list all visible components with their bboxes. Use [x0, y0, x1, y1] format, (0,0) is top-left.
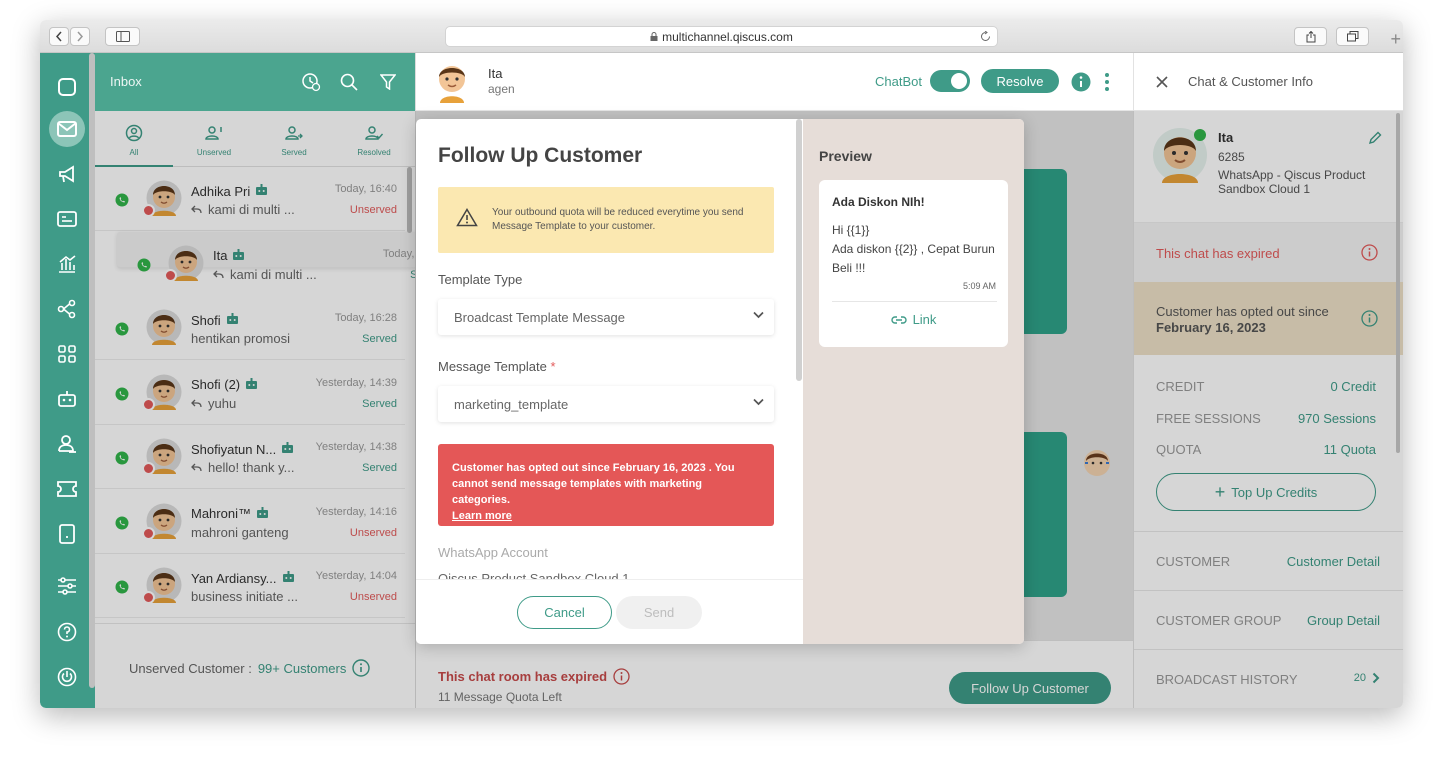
preview-link-label: Link: [912, 312, 937, 327]
tabs-button[interactable]: [1336, 27, 1369, 46]
modal-title: Follow Up Customer: [438, 144, 643, 167]
sidebar-icon: [115, 31, 130, 42]
chevron-down-icon: [753, 311, 764, 319]
template-type-select[interactable]: Broadcast Template Message: [438, 299, 774, 335]
required-mark: *: [550, 359, 556, 374]
nav-integration-icon[interactable]: [53, 295, 81, 323]
preview-header: Ada Diskon NIh!: [832, 195, 925, 209]
lock-icon: [650, 32, 658, 41]
whatsapp-account-label: WhatsApp Account: [438, 545, 548, 560]
chat-header: Ita agen ChatBot Resolve: [416, 53, 1134, 111]
preview-title: Preview: [819, 148, 872, 164]
nav-agents-icon[interactable]: [53, 430, 81, 458]
inbox-header: Inbox: [95, 53, 415, 111]
close-icon[interactable]: [1156, 76, 1168, 88]
nav-home-icon[interactable]: [53, 73, 81, 101]
template-type-value: Broadcast Template Message: [454, 309, 626, 325]
nav-contacts-icon[interactable]: [53, 205, 81, 233]
template-preview-card: Ada Diskon NIh! Hi {{1}} Ada diskon {{2}…: [819, 180, 1008, 347]
share-button[interactable]: [1294, 27, 1327, 46]
follow-up-form: Follow Up Customer Your outbound quota w…: [416, 119, 803, 579]
message-template-label: Message Template *: [438, 359, 556, 374]
message-template-value: marketing_template: [454, 396, 569, 412]
tabs-icon: [1346, 31, 1358, 42]
chevron-down-icon: [753, 398, 764, 406]
template-type-label: Template Type: [438, 272, 523, 287]
learn-more-link[interactable]: Learn more: [452, 510, 512, 522]
nav-broadcast-icon[interactable]: [53, 160, 81, 188]
url-bar[interactable]: multichannel.qiscus.com: [445, 26, 998, 47]
chevron-right-icon: [77, 31, 84, 42]
info-header: Chat & Customer Info: [1134, 53, 1403, 111]
filter-icon[interactable]: [377, 71, 399, 93]
search-icon[interactable]: [338, 71, 360, 93]
share-icon: [1306, 30, 1315, 42]
info-title: Chat & Customer Info: [1188, 74, 1313, 89]
chatbot-toggle[interactable]: [930, 70, 970, 92]
nav-settings-icon[interactable]: [53, 572, 81, 600]
whatsapp-account-value[interactable]: Qiscus Product Sandbox Cloud 1: [438, 571, 630, 579]
app-navigation: [40, 53, 95, 708]
more-vertical-icon[interactable]: [1104, 72, 1110, 92]
chevron-left-icon: [55, 31, 62, 42]
nav-apps-icon[interactable]: [53, 340, 81, 368]
chat-customer-role: agen: [488, 82, 515, 96]
cancel-button[interactable]: Cancel: [517, 596, 612, 629]
warning-icon: [456, 208, 478, 227]
snooze-icon[interactable]: [300, 71, 322, 93]
inbox-title: Inbox: [110, 74, 142, 89]
nav-power-icon[interactable]: [53, 663, 81, 691]
quota-warning: Your outbound quota will be reduced ever…: [438, 187, 774, 253]
url-text: multichannel.qiscus.com: [662, 29, 793, 44]
nav-help-icon[interactable]: [53, 618, 81, 646]
preview-body-line: Ada diskon {{2}} , Cepat Burun Beli !!!: [832, 242, 995, 276]
nav-bot-icon[interactable]: [53, 385, 81, 413]
preview-divider: [832, 301, 997, 302]
send-button[interactable]: Send: [616, 596, 702, 629]
forward-button[interactable]: [70, 27, 90, 46]
preview-body-line: Hi {{1}}: [832, 223, 870, 237]
message-template-select[interactable]: marketing_template: [438, 386, 774, 422]
sidebar-toggle-button[interactable]: [105, 27, 140, 46]
nav-billing-icon[interactable]: [53, 520, 81, 548]
message-template-label-text: Message Template: [438, 359, 547, 374]
opted-out-error-text: Customer has opted out since February 16…: [452, 462, 735, 506]
preview-body: Hi {{1}} Ada diskon {{2}} , Cepat Burun …: [832, 221, 997, 279]
preview-pane: Preview Ada Diskon NIh! Hi {{1}} Ada dis…: [803, 119, 1024, 644]
info-icon[interactable]: [1071, 72, 1091, 92]
preview-link-button[interactable]: Link: [819, 312, 1008, 327]
preview-time: 5:09 AM: [962, 281, 996, 291]
follow-up-modal: Follow Up Customer Your outbound quota w…: [416, 119, 1024, 644]
link-icon: [890, 315, 907, 324]
resolve-button[interactable]: Resolve: [981, 69, 1059, 93]
avatar: [439, 66, 465, 103]
chatbot-label: ChatBot: [875, 74, 922, 89]
back-button[interactable]: [49, 27, 69, 46]
modal-footer: Cancel Send: [416, 579, 803, 644]
reload-icon[interactable]: [980, 31, 991, 42]
modal-scrollbar[interactable]: [796, 119, 802, 381]
quota-warning-text: Your outbound quota will be reduced ever…: [492, 207, 744, 232]
nav-inbox-icon[interactable]: [49, 111, 85, 147]
chat-customer-name: Ita: [488, 66, 503, 81]
new-tab-icon[interactable]: +: [1390, 29, 1401, 50]
nav-ticket-icon[interactable]: [53, 475, 81, 503]
nav-analytics-icon[interactable]: [53, 250, 81, 278]
browser-toolbar: multichannel.qiscus.com +: [40, 20, 1403, 53]
opted-out-error: Customer has opted out since February 16…: [438, 444, 774, 526]
